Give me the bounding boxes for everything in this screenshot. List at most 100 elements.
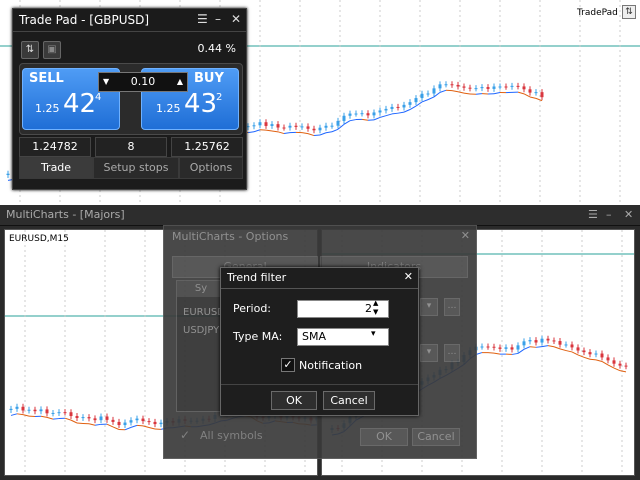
candle-body bbox=[558, 341, 562, 345]
ma-segment bbox=[142, 425, 150, 428]
low-price-field[interactable]: 1.24782 bbox=[19, 137, 91, 157]
menu-icon[interactable]: ☰ bbox=[588, 208, 598, 221]
candle-body bbox=[492, 86, 496, 89]
more-options-button[interactable]: … bbox=[444, 298, 460, 316]
tradepad-logo-icon[interactable]: ⇅ bbox=[622, 5, 636, 19]
candle-body bbox=[57, 412, 61, 414]
notification-checkbox[interactable]: ✓ bbox=[281, 358, 295, 372]
ma-segment bbox=[523, 346, 531, 350]
candle-body bbox=[27, 409, 31, 411]
candle-body bbox=[522, 341, 526, 346]
high-price-field[interactable]: 1.25762 bbox=[171, 137, 243, 157]
candle-body bbox=[480, 87, 484, 89]
ma-segment bbox=[511, 352, 519, 355]
increase-lot-icon[interactable]: ▲ bbox=[177, 73, 183, 91]
ma-segment bbox=[64, 417, 72, 421]
one-click-icon[interactable]: ⇅ bbox=[21, 41, 39, 59]
close-icon[interactable]: ✕ bbox=[624, 208, 633, 221]
ma-segment bbox=[529, 96, 537, 99]
candle-body bbox=[63, 412, 67, 414]
ma-segment bbox=[283, 132, 291, 135]
trend-cancel-button[interactable]: Cancel bbox=[323, 391, 375, 410]
menu-icon[interactable]: ☰ bbox=[197, 12, 208, 26]
list-header: Sy bbox=[177, 281, 225, 297]
candle-body bbox=[135, 418, 139, 421]
minimize-icon[interactable]: – bbox=[215, 12, 221, 26]
candle-body bbox=[33, 409, 37, 412]
candle-body bbox=[492, 346, 496, 348]
candle-body bbox=[510, 85, 514, 87]
checkmark-icon[interactable]: ✓ bbox=[180, 428, 190, 442]
candle-body bbox=[93, 418, 97, 421]
lock-icon[interactable]: ▣ bbox=[43, 41, 61, 59]
candle-body bbox=[450, 84, 454, 86]
candle-body bbox=[390, 106, 394, 109]
candle-body bbox=[45, 409, 49, 414]
notification-label: Notification bbox=[299, 359, 363, 372]
symbols-list[interactable]: Sy EURUSD USDJPY bbox=[176, 280, 226, 412]
candle-body bbox=[123, 422, 127, 426]
list-item[interactable]: USDJPY bbox=[183, 325, 219, 336]
candle-body bbox=[576, 347, 580, 351]
ma-segment bbox=[415, 101, 423, 107]
period-spinner-icon[interactable]: ▲ ▼ bbox=[373, 299, 378, 317]
ma-segment bbox=[331, 128, 339, 133]
ma-segment bbox=[583, 356, 591, 360]
minimize-icon[interactable]: – bbox=[606, 208, 612, 221]
ma-segment bbox=[349, 119, 357, 122]
candle-body bbox=[51, 412, 55, 414]
low-price: 1.24782 bbox=[32, 140, 78, 153]
candle-body bbox=[276, 124, 280, 128]
candle-body bbox=[75, 416, 79, 418]
candle-body bbox=[504, 347, 508, 349]
options-cancel-button[interactable]: Cancel bbox=[412, 428, 460, 446]
candle-body bbox=[486, 87, 490, 89]
ma-segment bbox=[16, 413, 24, 416]
more-options-button[interactable]: … bbox=[444, 344, 460, 362]
ma-segment bbox=[247, 131, 255, 134]
trend-ok-button[interactable]: OK bbox=[271, 391, 317, 410]
close-icon[interactable]: ✕ bbox=[404, 270, 413, 283]
candle-body bbox=[270, 124, 274, 126]
list-item[interactable]: EURUSD bbox=[183, 307, 225, 318]
options-ok-button[interactable]: OK bbox=[360, 428, 408, 446]
ma-segment bbox=[94, 423, 102, 426]
candle-body bbox=[600, 353, 604, 358]
sell-price-big: 42 bbox=[63, 89, 97, 119]
candle-body bbox=[306, 126, 310, 129]
lot-stepper[interactable]: ▼ 0.10 ▲ bbox=[98, 72, 188, 92]
candle-body bbox=[378, 110, 382, 113]
close-icon[interactable]: ✕ bbox=[231, 12, 241, 26]
type-ma-label: Type MA: bbox=[233, 330, 283, 343]
ma-segment bbox=[595, 359, 603, 362]
tab-trade[interactable]: Trade bbox=[19, 157, 93, 179]
chevron-down-icon[interactable]: ▾ bbox=[371, 329, 376, 339]
tab-setup-stops[interactable]: Setup stops bbox=[93, 157, 179, 179]
ma-segment bbox=[112, 426, 120, 430]
ma-segment bbox=[397, 111, 405, 114]
ma-segment bbox=[493, 352, 501, 355]
candle-body bbox=[522, 86, 526, 90]
ma-segment bbox=[403, 109, 411, 113]
candle-body bbox=[468, 87, 472, 89]
ma-segment bbox=[517, 348, 525, 354]
ma-segment bbox=[475, 93, 483, 95]
dropdown-arrow-icon[interactable]: ▾ bbox=[420, 344, 438, 362]
ma-segment bbox=[607, 364, 615, 369]
risk-percent: 0.44 % bbox=[197, 42, 236, 55]
tradepad-chart-label: TradePad bbox=[577, 8, 618, 18]
ma-segment bbox=[559, 348, 567, 352]
candle-body bbox=[618, 363, 622, 366]
multicharts-title: MultiCharts - [Majors] bbox=[6, 208, 125, 221]
candle-body bbox=[21, 406, 25, 411]
candle-body bbox=[354, 113, 358, 115]
decrease-lot-icon[interactable]: ▼ bbox=[103, 73, 109, 91]
candle-body bbox=[324, 125, 328, 128]
close-icon[interactable]: ✕ bbox=[461, 229, 470, 242]
candle-body bbox=[81, 417, 85, 419]
dropdown-arrow-icon[interactable]: ▾ bbox=[420, 298, 438, 316]
ma-segment bbox=[106, 423, 114, 428]
tab-options[interactable]: Options bbox=[179, 157, 243, 179]
lot-value: 0.10 bbox=[130, 75, 156, 88]
trade-pad-title: Trade Pad - [GBPUSD] bbox=[19, 13, 150, 27]
